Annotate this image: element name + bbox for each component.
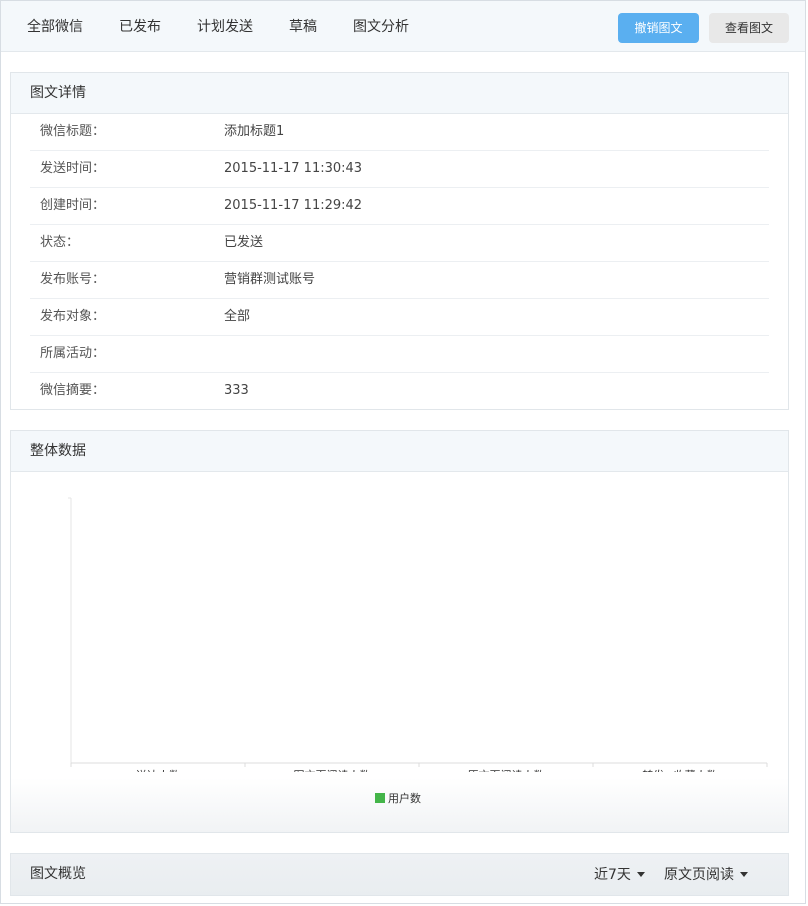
chart-area: 送达人数 图文页阅读人数 原文页阅读人数 转发+收藏人数 用户数 — [11, 472, 788, 832]
tab-scheduled[interactable]: 计划发送 — [197, 18, 253, 36]
tab-drafts[interactable]: 草稿 — [289, 18, 317, 36]
detail-row-audience: 发布对象： 全部 — [30, 299, 769, 336]
tab-published[interactable]: 已发布 — [119, 18, 161, 36]
detail-row-title: 微信标题： 添加标题1 — [30, 114, 769, 151]
revoke-article-button[interactable]: 撤销图文 — [618, 13, 699, 43]
tab-all-wechat[interactable]: 全部微信 — [27, 18, 83, 36]
detail-label: 发布账号： — [40, 272, 106, 287]
detail-value: 333 — [224, 383, 249, 398]
detail-label: 微信摘要： — [40, 383, 106, 398]
detail-row-send-time: 发送时间： 2015-11-17 11:30:43 — [30, 151, 769, 188]
article-overview-panel: 图文概览 近7天 原文页阅读 — [10, 853, 789, 896]
metric-value: 原文页阅读 — [664, 867, 734, 883]
detail-value: 2015-11-17 11:30:43 — [224, 161, 363, 176]
detail-label: 发布对象： — [40, 309, 106, 324]
x-tick-label: 原文页阅读人数 — [468, 768, 545, 772]
date-range-value: 近7天 — [594, 867, 631, 883]
detail-label: 微信标题： — [40, 124, 106, 139]
detail-value: 添加标题1 — [224, 124, 285, 139]
article-details-panel: 图文详情 微信标题： 添加标题1 发送时间： 2015-11-17 11:30:… — [10, 72, 789, 410]
detail-value: 营销群测试账号 — [224, 272, 316, 287]
detail-row-summary: 微信摘要： 333 — [30, 373, 769, 410]
top-nav-bar: 全部微信 已发布 计划发送 草稿 图文分析 撤销图文 查看图文 — [1, 1, 805, 52]
x-tick-label: 图文页阅读人数 — [294, 768, 371, 772]
view-article-button[interactable]: 查看图文 — [709, 13, 789, 43]
detail-row-campaign: 所属活动： — [30, 336, 769, 373]
overall-data-title: 整体数据 — [11, 431, 788, 472]
details-list: 微信标题： 添加标题1 发送时间： 2015-11-17 11:30:43 创建… — [11, 114, 788, 410]
caret-down-icon — [740, 872, 748, 877]
detail-row-status: 状态： 已发送 — [30, 225, 769, 262]
caret-down-icon — [636, 872, 645, 877]
article-details-title: 图文详情 — [11, 73, 788, 114]
overall-data-panel: 整体数据 送达人数 图文页阅读人数 原文页阅读人数 转发+收藏人数 用户数 — [10, 430, 789, 833]
detail-value: 已发送 — [224, 235, 264, 250]
metric-dropdown[interactable]: 原文页阅读 — [664, 866, 748, 884]
date-range-dropdown[interactable]: 近7天 — [594, 866, 645, 884]
detail-label: 发送时间： — [40, 161, 106, 176]
detail-label: 创建时间： — [40, 198, 106, 213]
bar-chart: 送达人数 图文页阅读人数 原文页阅读人数 转发+收藏人数 — [68, 497, 768, 772]
legend-swatch — [375, 793, 385, 803]
x-tick-label: 送达人数 — [136, 768, 180, 772]
tab-article-analysis[interactable]: 图文分析 — [353, 18, 409, 36]
chart-legend[interactable]: 用户数 — [375, 790, 421, 806]
detail-row-account: 发布账号： 营销群测试账号 — [30, 262, 769, 299]
detail-value: 全部 — [224, 309, 251, 324]
x-tick-label: 转发+收藏人数 — [642, 768, 717, 772]
detail-label: 所属活动： — [40, 346, 106, 361]
detail-value: 2015-11-17 11:29:42 — [224, 198, 363, 213]
legend-label: 用户数 — [388, 792, 421, 805]
detail-row-created-time: 创建时间： 2015-11-17 11:29:42 — [30, 188, 769, 225]
detail-label: 状态： — [40, 235, 80, 250]
